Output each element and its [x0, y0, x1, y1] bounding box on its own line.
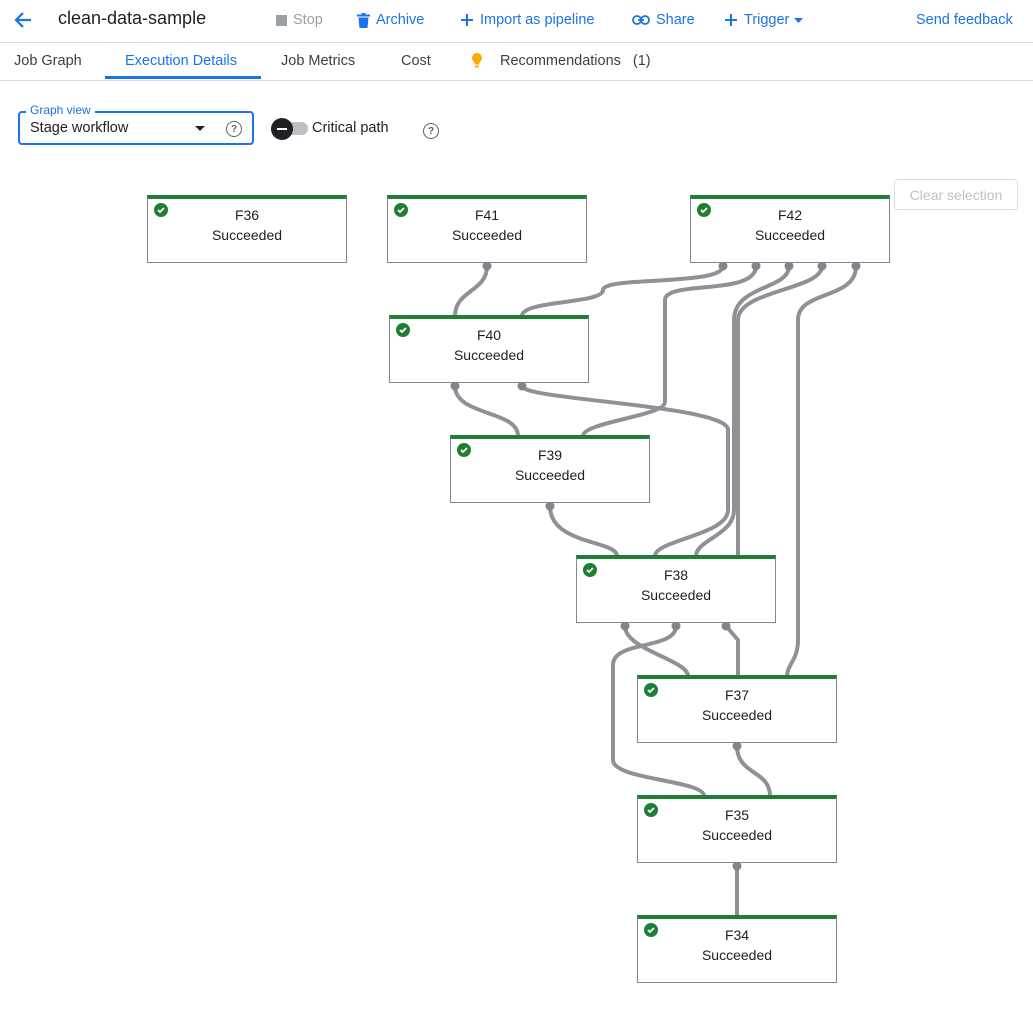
stage-status: Succeeded	[701, 707, 773, 723]
stage-name: F34	[724, 927, 750, 943]
edge-f37-f35	[735, 744, 772, 798]
stage-status: Succeeded	[640, 587, 712, 603]
stage-status: Succeeded	[754, 227, 826, 243]
edge-f42-f37	[785, 264, 858, 678]
edge-f41-f40	[453, 264, 489, 318]
stage-status: Succeeded	[514, 467, 586, 483]
edge-f38-f37-a	[623, 624, 690, 678]
stage-name: F35	[724, 807, 750, 823]
stage-node-f39[interactable]: F39 Succeeded	[450, 435, 650, 503]
stage-node-f40[interactable]: F40 Succeeded	[389, 315, 589, 383]
stage-status: Succeeded	[701, 947, 773, 963]
stage-name: F37	[724, 687, 750, 703]
stage-name: F40	[476, 327, 502, 343]
edge-f40-f39	[453, 384, 520, 438]
stage-name: F38	[663, 567, 689, 583]
stage-node-f41[interactable]: F41 Succeeded	[387, 195, 587, 263]
edge-f38-f37-b	[724, 624, 740, 678]
stage-status: Succeeded	[451, 227, 523, 243]
edge-f42-f40	[520, 264, 725, 318]
edge-f39-f38	[548, 504, 619, 558]
stage-node-f34[interactable]: F34 Succeeded	[637, 915, 837, 983]
stage-name: F39	[537, 447, 563, 463]
stage-node-f35[interactable]: F35 Succeeded	[637, 795, 837, 863]
stage-status: Succeeded	[211, 227, 283, 243]
stage-name: F41	[474, 207, 500, 223]
stage-node-f38[interactable]: F38 Succeeded	[576, 555, 776, 623]
stage-node-f37[interactable]: F37 Succeeded	[637, 675, 837, 743]
stage-node-f42[interactable]: F42 Succeeded	[690, 195, 890, 263]
stage-node-f36[interactable]: F36 Succeeded	[147, 195, 347, 263]
stage-name: F42	[777, 207, 803, 223]
graph-edges	[450, 261, 861, 918]
edge-f42-f38-b	[736, 264, 824, 558]
stage-name: F36	[234, 207, 260, 223]
stage-status: Succeeded	[453, 347, 525, 363]
stage-status: Succeeded	[701, 827, 773, 843]
